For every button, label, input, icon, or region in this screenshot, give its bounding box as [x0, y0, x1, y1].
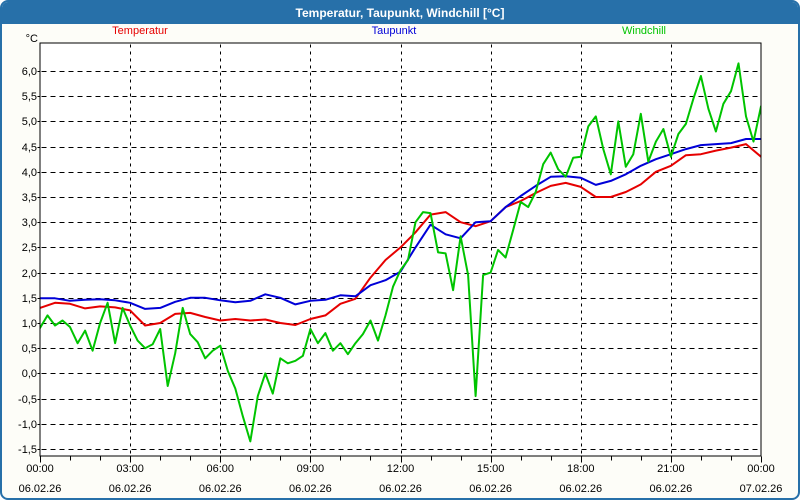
svg-text:06.02.26: 06.02.26	[559, 483, 602, 495]
svg-text:2,0: 2,0	[22, 268, 37, 280]
svg-text:5,0: 5,0	[22, 116, 37, 128]
app-window: Temperatur, Taupunkt, Windchill [°C] Tem…	[0, 0, 800, 500]
chart-canvas: -1,5 -1,0 -0,5 0,0 0,5 1,0 1,5 2,0 2,5 3,0 3,5 4,0 4…	[18, 42, 783, 495]
svg-text:6,0: 6,0	[22, 66, 37, 78]
plot-background	[40, 43, 761, 456]
svg-text:06.02.26: 06.02.26	[19, 483, 62, 495]
svg-text:12:00: 12:00	[387, 463, 415, 475]
svg-text:-0,5: -0,5	[18, 394, 37, 406]
svg-text:09:00: 09:00	[297, 463, 325, 475]
svg-text:4,0: 4,0	[22, 167, 37, 179]
svg-text:18:00: 18:00	[567, 463, 595, 475]
x-tick-labels: 00:00 06.02.26 03:00 06.02.26 06:00 06.02.26 0…	[19, 463, 783, 495]
svg-text:06.02.26: 06.02.26	[199, 483, 242, 495]
svg-text:21:00: 21:00	[657, 463, 685, 475]
svg-text:4,5: 4,5	[22, 142, 37, 154]
svg-text:06.02.26: 06.02.26	[469, 483, 512, 495]
svg-text:5,5: 5,5	[22, 91, 37, 103]
svg-text:1,5: 1,5	[22, 293, 37, 305]
svg-text:06:00: 06:00	[206, 463, 234, 475]
svg-text:1,0: 1,0	[22, 318, 37, 330]
svg-text:00:00: 00:00	[747, 463, 775, 475]
svg-text:15:00: 15:00	[477, 463, 505, 475]
svg-text:06.02.26: 06.02.26	[109, 483, 152, 495]
svg-text:2,5: 2,5	[22, 242, 37, 254]
svg-text:3,0: 3,0	[22, 217, 37, 229]
svg-text:-1,5: -1,5	[18, 444, 37, 456]
svg-text:00:00: 00:00	[26, 463, 54, 475]
svg-text:-1,0: -1,0	[18, 419, 37, 431]
svg-text:06.02.26: 06.02.26	[649, 483, 692, 495]
svg-text:0,5: 0,5	[22, 343, 37, 355]
svg-text:06.02.26: 06.02.26	[379, 483, 422, 495]
y-tick-labels: -1,5 -1,0 -0,5 0,0 0,5 1,0 1,5 2,0 2,5 3,0 3,5 4,0 4…	[18, 66, 37, 456]
svg-text:07.02.26: 07.02.26	[740, 483, 783, 495]
svg-text:03:00: 03:00	[116, 463, 144, 475]
svg-text:3,5: 3,5	[22, 192, 37, 204]
svg-text:0,0: 0,0	[22, 368, 37, 380]
svg-text:06.02.26: 06.02.26	[289, 483, 332, 495]
